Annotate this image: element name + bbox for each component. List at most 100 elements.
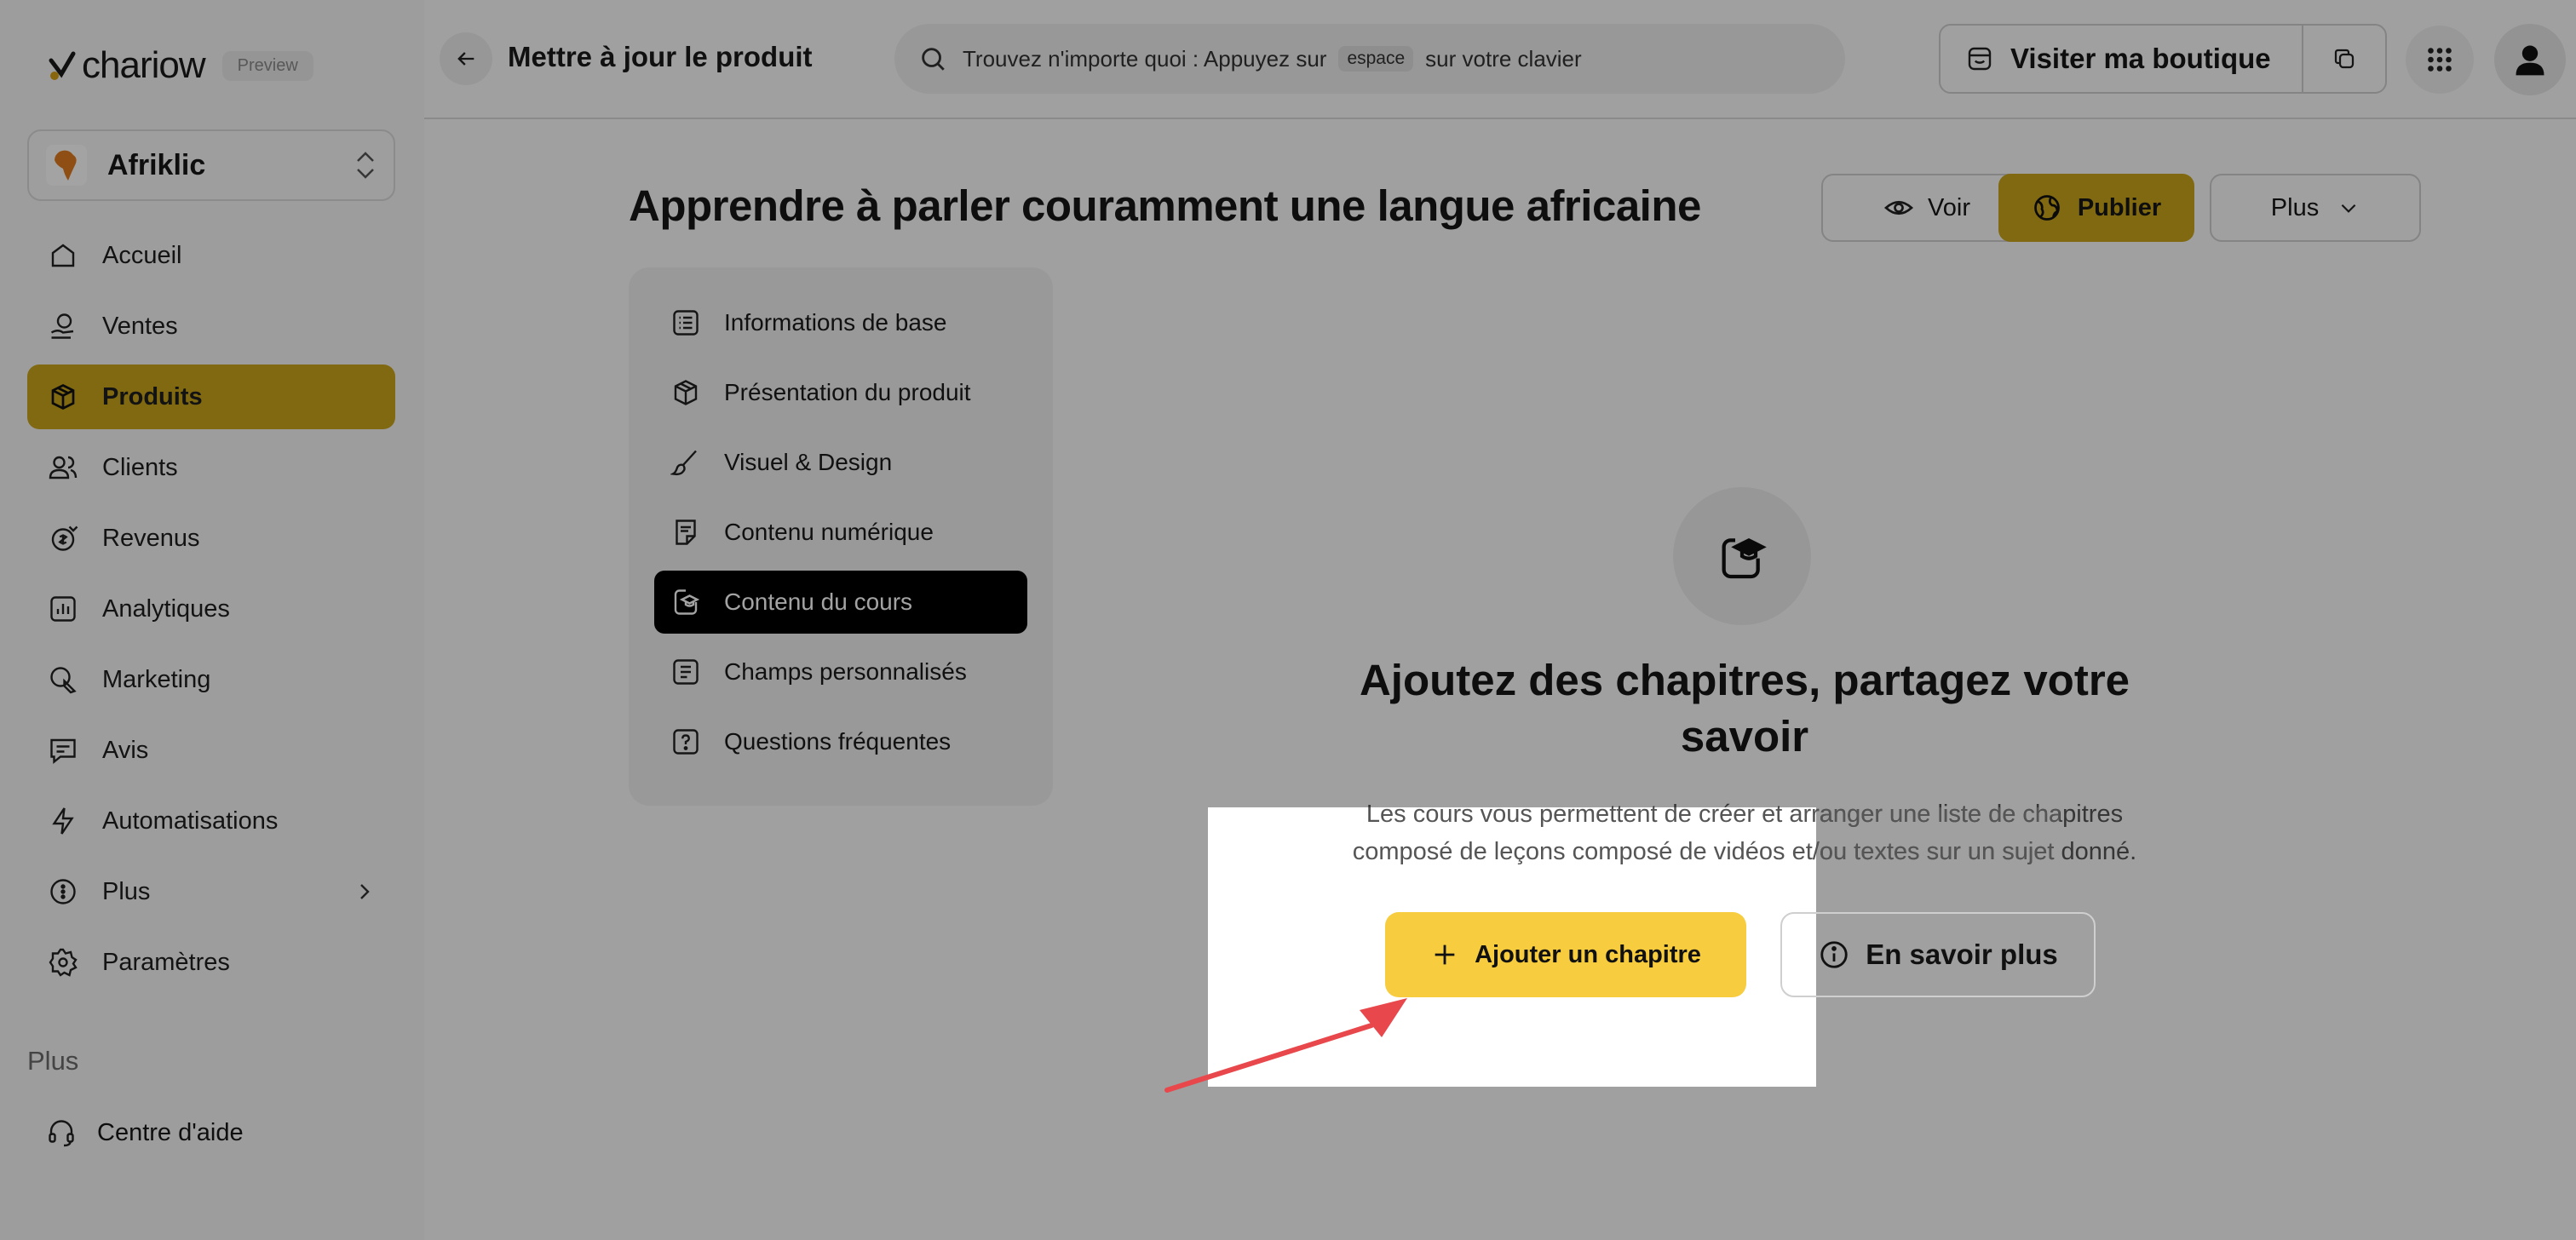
arrow-left-icon (457, 52, 474, 66)
sidebar-item-marketing[interactable]: Marketing (27, 647, 395, 712)
add-chapter-button[interactable]: Ajouter un chapitre (1385, 912, 1746, 997)
view-button-label: Voir (1928, 193, 1970, 221)
publish-button[interactable]: Publier (1998, 174, 2194, 242)
brand-logo[interactable]: chariow Preview (48, 44, 313, 87)
sidebar-item-plus[interactable]: Plus (27, 859, 395, 924)
question-icon (670, 726, 702, 758)
course-empty-state-icon (1673, 487, 1811, 625)
submenu-item-label: Contenu numérique (724, 519, 934, 545)
tab-contenu-numerique[interactable]: Contenu numérique (654, 501, 1027, 564)
plus-icon (1435, 944, 1455, 965)
chevron-right-icon (360, 884, 370, 899)
money-hand-icon (46, 309, 80, 343)
product-editor-menu: Informations de base Présentation du pro… (629, 267, 1053, 806)
globe-icon (2033, 195, 2060, 221)
apps-menu-button[interactable] (2406, 26, 2474, 94)
submenu-item-label: Questions fréquentes (724, 728, 952, 755)
sidebar-item-label: Plus (102, 877, 151, 905)
tab-contenu-du-cours[interactable]: Contenu du cours (654, 571, 1027, 634)
list-icon (670, 307, 702, 339)
africa-logo-icon (55, 150, 77, 181)
sidebar-item-revenus[interactable]: Revenus (27, 506, 395, 571)
publish-button-label: Publier (2077, 193, 2162, 221)
submenu-item-label: Présentation du produit (724, 379, 971, 405)
store-name: Afriklic (107, 148, 206, 181)
eye-icon (1883, 200, 1914, 215)
search-icon (922, 48, 945, 71)
learn-more-label: En savoir plus (1866, 939, 2058, 970)
reviews-icon (46, 733, 80, 767)
sidebar-item-label: Ventes (102, 312, 178, 340)
annotation-arrow (1164, 998, 1407, 1093)
sidebar-item-label: Clients (102, 453, 178, 481)
user-avatar-button[interactable] (2494, 24, 2566, 95)
sidebar-item-label: Produits (102, 382, 203, 410)
marketing-icon (46, 663, 80, 697)
sidebar-item-label: Accueil (102, 241, 182, 269)
copy-icon (2334, 49, 2355, 69)
analytics-icon (46, 592, 80, 626)
sidebar-item-label: Avis (102, 736, 149, 764)
users-icon (46, 451, 80, 485)
user-icon (2516, 45, 2544, 76)
submenu-item-label: Contenu du cours (724, 588, 913, 615)
sidebar-item-parametres[interactable]: Paramètres (27, 930, 395, 995)
visit-store-button[interactable]: Visiter ma boutique (1941, 26, 2303, 92)
store-icon (1968, 47, 1992, 71)
submenu-item-label: Informations de base (724, 309, 947, 336)
revenue-icon (46, 521, 80, 555)
sidebar-item-accueil[interactable]: Accueil (27, 223, 395, 288)
tab-presentation-produit[interactable]: Présentation du produit (654, 361, 1027, 424)
back-button[interactable] (440, 32, 492, 85)
sidebar-item-produits[interactable]: Produits (27, 365, 395, 429)
search-shortcut-key: espace (1338, 46, 1414, 72)
sidebar-item-label: Revenus (102, 524, 200, 552)
more-actions-label: Plus (2270, 193, 2320, 221)
graduation-cap-icon (1722, 537, 1767, 579)
tab-questions-frequentes[interactable]: Questions fréquentes (654, 710, 1027, 773)
apps-grid-icon (2428, 48, 2452, 72)
box-icon (670, 376, 702, 409)
more-dots-icon (46, 875, 80, 909)
home-icon (46, 238, 80, 273)
copy-store-link-button[interactable] (2303, 46, 2385, 72)
store-switcher[interactable]: Afriklic (27, 129, 395, 201)
document-icon (670, 516, 702, 548)
package-icon (46, 380, 80, 414)
page-title: Mettre à jour le produit (508, 41, 813, 72)
empty-state-title: Ajoutez des chapitres, partagez votre sa… (1359, 656, 2130, 761)
more-actions-button[interactable]: Plus (2210, 174, 2421, 242)
sidebar-nav: Accueil Ventes Produits Clients Revenus … (27, 223, 395, 1001)
search-placeholder-suffix: sur votre clavier (1425, 45, 1582, 72)
add-chapter-label: Ajouter un chapitre (1475, 940, 1701, 968)
gear-icon (46, 945, 80, 979)
sidebar-item-ventes[interactable]: Ventes (27, 294, 395, 359)
sidebar-item-avis[interactable]: Avis (27, 718, 395, 783)
chariow-logo-icon (49, 51, 76, 80)
submenu-item-label: Champs personnalisés (724, 658, 967, 685)
tab-informations-de-base[interactable]: Informations de base (654, 291, 1027, 354)
sidebar-section-label: Plus (27, 1046, 79, 1076)
search-placeholder-prefix: Trouvez n'importe quoi : Appuyez sur (963, 45, 1327, 72)
info-icon (1820, 941, 1848, 968)
sidebar: chariow Preview Afriklic Accueil Ventes … (0, 0, 424, 1240)
tab-champs-personnalises[interactable]: Champs personnalisés (654, 640, 1027, 703)
sidebar-item-help[interactable]: Centre d'aide (27, 1102, 395, 1163)
sidebar-item-label: Analytiques (102, 594, 230, 623)
sidebar-item-clients[interactable]: Clients (27, 435, 395, 500)
chevron-down-icon (2341, 204, 2356, 213)
search-input[interactable]: Trouvez n'importe quoi : Appuyez sur esp… (894, 24, 1845, 94)
tab-visuel-design[interactable]: Visuel & Design (654, 431, 1027, 494)
sidebar-item-label: Marketing (102, 665, 211, 693)
store-avatar (46, 145, 87, 186)
visit-store-label: Visiter ma boutique (2010, 43, 2271, 74)
sidebar-item-analytiques[interactable]: Analytiques (27, 577, 395, 641)
sidebar-item-automatisations[interactable]: Automatisations (27, 789, 395, 853)
visit-store-group: Visiter ma boutique (1939, 24, 2387, 94)
course-icon (670, 586, 702, 618)
brush-icon (670, 446, 702, 479)
lightning-icon (46, 804, 80, 838)
learn-more-button[interactable]: En savoir plus (1780, 912, 2096, 997)
submenu-item-label: Visuel & Design (724, 449, 893, 475)
headset-icon (44, 1116, 78, 1150)
